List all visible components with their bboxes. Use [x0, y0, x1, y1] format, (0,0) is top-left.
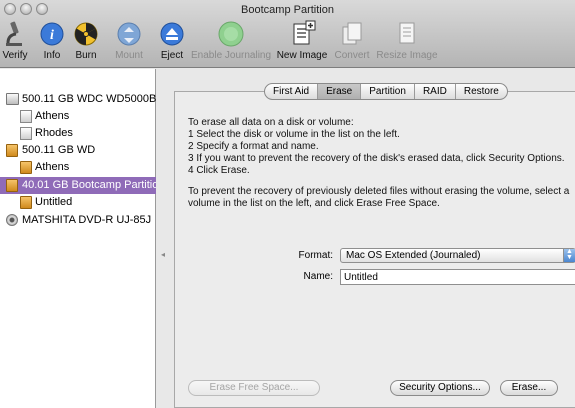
name-field[interactable]	[340, 269, 575, 285]
free-space-instructions: volume in the list on the left, and clic…	[188, 198, 440, 209]
convert-icon	[342, 22, 362, 45]
info-icon: i	[40, 22, 64, 46]
disk-list-item[interactable]: 500.11 GB WDC WD5000B...	[0, 91, 156, 108]
burn-button[interactable]: Burn	[70, 19, 102, 65]
format-select[interactable]: Mac OS Extended (Journaled) ▲ ▼	[340, 248, 575, 263]
tab-bar: First Aid Erase Partition RAID Restore	[264, 83, 508, 100]
instructions-heading: To erase all data on a disk or volume:	[188, 117, 354, 128]
toolbar: Bootcamp Partition Verify i Info Burn Mo…	[0, 0, 575, 68]
window-title: Bootcamp Partition	[241, 4, 334, 16]
security-options-button[interactable]: Security Options...	[390, 380, 490, 396]
resize-image-button[interactable]: Resize Image	[376, 19, 438, 65]
eject-button[interactable]: Eject	[157, 19, 187, 65]
instruction-step: 1 Select the disk or volume in the list …	[188, 129, 400, 140]
free-space-instructions: To prevent the recovery of previously de…	[188, 186, 570, 197]
disk-list-item[interactable]: Untitled	[0, 194, 156, 211]
tab-erase[interactable]: Erase	[318, 84, 362, 99]
verify-button[interactable]: Verify	[0, 19, 30, 65]
enable-journaling-button[interactable]: Enable Journaling	[191, 19, 271, 65]
disk-list-item[interactable]: Rhodes	[0, 125, 156, 142]
volume-icon	[20, 110, 32, 123]
disk-list-item[interactable]: Athens	[0, 108, 156, 125]
eject-icon	[160, 22, 184, 46]
format-select-value: Mac OS Extended (Journaled)	[346, 250, 481, 261]
disk-list-item-selected[interactable]: 40.01 GB Bootcamp Partitio...	[0, 177, 156, 194]
volume-icon	[20, 127, 32, 140]
mount-icon	[117, 22, 141, 46]
new-image-icon	[293, 20, 316, 45]
updown-arrows-icon: ▲ ▼	[563, 248, 575, 262]
firewire-volume-icon	[20, 196, 32, 209]
disk-list-item[interactable]: Athens	[0, 159, 156, 176]
firewire-volume-icon	[20, 161, 32, 174]
disk-list-item[interactable]: 500.11 GB WD	[0, 142, 156, 159]
disk-list-item[interactable]: MATSHITA DVD-R UJ-85J	[0, 212, 156, 229]
firewire-volume-icon	[6, 179, 18, 192]
resize-image-icon	[399, 22, 415, 44]
convert-button[interactable]: Convert	[333, 19, 371, 65]
new-image-button[interactable]: New Image	[276, 19, 328, 65]
tab-partition[interactable]: Partition	[361, 84, 415, 99]
disk-list: 500.11 GB WDC WD5000B... Athens Rhodes 5…	[0, 69, 156, 408]
erase-button[interactable]: Erase...	[500, 380, 558, 396]
firewire-disk-icon	[6, 144, 18, 157]
tab-first-aid[interactable]: First Aid	[265, 84, 319, 99]
splitter-handle[interactable]: ◂	[161, 250, 165, 259]
instruction-step: 3 If you want to prevent the recovery of…	[188, 153, 565, 164]
microscope-icon	[6, 21, 22, 46]
mount-button[interactable]: Mount	[112, 19, 146, 65]
name-label: Name:	[303, 271, 333, 282]
tab-restore[interactable]: Restore	[456, 84, 507, 99]
instruction-step: 2 Specify a format and name.	[188, 141, 319, 152]
journaling-icon	[218, 21, 244, 47]
format-label: Format:	[298, 250, 333, 261]
tab-raid[interactable]: RAID	[415, 84, 456, 99]
svg-text:i: i	[50, 28, 54, 43]
info-button[interactable]: i Info	[37, 19, 67, 65]
dvd-drive-icon	[6, 214, 18, 226]
instruction-step: 4 Click Erase.	[188, 165, 250, 176]
erase-free-space-button[interactable]: Erase Free Space...	[188, 380, 320, 396]
burn-icon	[74, 22, 98, 46]
hard-disk-icon	[6, 93, 19, 105]
